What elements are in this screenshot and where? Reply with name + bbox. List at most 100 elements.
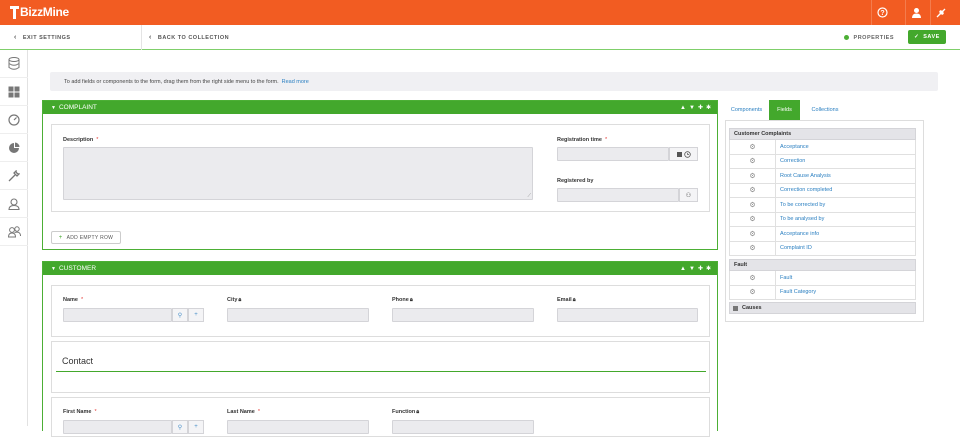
save-label: SAVE: [923, 34, 940, 40]
city-label: City🔒︎: [227, 297, 241, 304]
sidebar-item-user[interactable]: [0, 190, 28, 218]
properties-button[interactable]: PROPERTIES: [843, 25, 894, 50]
city-input[interactable]: [227, 308, 369, 322]
field-item[interactable]: ⚙ Complaint ID: [729, 241, 916, 256]
contact-title: Contact: [62, 356, 94, 366]
back-to-collection-button[interactable]: ‹ BACK TO COLLECTION: [149, 25, 229, 50]
field-label: Fault: [780, 274, 793, 281]
sidebar-item-users[interactable]: [0, 218, 28, 246]
help-icon[interactable]: ?: [871, 0, 893, 25]
first-name-input[interactable]: [63, 420, 172, 434]
contact-divider: [56, 371, 706, 372]
last-name-label-text: Last Name: [227, 409, 255, 415]
field-item[interactable]: ⚙ To be analysed by: [729, 212, 916, 227]
field-item[interactable]: ⚙ To be corrected by: [729, 198, 916, 213]
tab-components[interactable]: Components: [725, 100, 768, 120]
add-button[interactable]: +: [188, 420, 204, 434]
registration-time-label: Registration time *: [557, 137, 607, 143]
function-label-text: Function: [392, 409, 416, 415]
sidebar-item-reports[interactable]: [0, 134, 28, 162]
chevron-down-icon[interactable]: ▼: [51, 105, 56, 111]
required-marker: *: [257, 409, 260, 415]
exit-settings-label: EXIT SETTINGS: [22, 34, 71, 41]
customer-title: CUSTOMER: [58, 265, 97, 272]
field-label: Acceptance: [780, 143, 809, 150]
properties-icon: [843, 35, 849, 40]
customer-section: ▼ CUSTOMER ▲ ▼ ✚ ✱ Name * ⚲ + City🔒︎ Phon…: [42, 261, 718, 437]
sidebar-item-dashboard[interactable]: [0, 106, 28, 134]
panel-tabs: Components Fields Collections: [725, 100, 925, 120]
field-item[interactable]: ⚙ Acceptance info: [729, 227, 916, 242]
field-label: Correction: [780, 158, 806, 165]
section-actions: ▲ ▼ ✚ ✱: [680, 101, 711, 114]
gear-icon[interactable]: ✱: [706, 265, 711, 272]
datetime-picker-button[interactable]: [669, 147, 698, 161]
calendar-icon: [676, 151, 682, 157]
sidebar-item-tools[interactable]: [0, 162, 28, 190]
sidebar-item-grid[interactable]: [0, 78, 28, 106]
resize-handle-icon[interactable]: ⟋: [527, 193, 531, 199]
name-input[interactable]: [63, 308, 172, 322]
group-causes[interactable]: Causes: [729, 302, 916, 314]
first-name-label: First Name *: [63, 409, 97, 415]
chevron-left-icon: ‹: [149, 34, 152, 41]
field-label: Root Cause Analysis: [780, 172, 831, 179]
name-label: Name *: [63, 297, 83, 303]
registration-time-input[interactable]: [557, 147, 669, 161]
move-icon[interactable]: ✚: [698, 104, 703, 111]
complaint-row-panel: Description * ⟋ Registration time * Regist…: [51, 124, 710, 212]
save-button[interactable]: ✓ SAVE: [908, 30, 946, 44]
field-item[interactable]: ⚙ Fault: [729, 271, 916, 286]
complaint-header[interactable]: ▼ COMPLAINT ▲ ▼ ✚ ✱: [43, 101, 717, 114]
read-more-link[interactable]: Read more: [282, 79, 309, 85]
chevron-down-icon[interactable]: ▼: [51, 266, 56, 272]
clock-icon: [683, 150, 691, 158]
info-bar: To add fields or components to the form,…: [50, 72, 938, 91]
field-item[interactable]: ⚙ Fault Category: [729, 285, 916, 300]
group-customer-complaints[interactable]: Customer Complaints: [729, 128, 916, 140]
search-button[interactable]: ⚲: [172, 308, 188, 322]
sidebar-item-database[interactable]: [0, 50, 28, 78]
field-item[interactable]: ⚙ Acceptance: [729, 140, 916, 155]
add-button[interactable]: +: [188, 308, 204, 322]
sidebar: [0, 50, 28, 426]
app-logo[interactable]: BizzMine: [10, 4, 69, 20]
plug-icon[interactable]: [930, 0, 952, 25]
function-input[interactable]: [392, 420, 534, 434]
search-button[interactable]: ⚲: [172, 420, 188, 434]
field-label: To be corrected by: [780, 201, 826, 208]
move-icon[interactable]: ✚: [698, 265, 703, 272]
gear-icon[interactable]: ✱: [706, 104, 711, 111]
customer-header[interactable]: ▼ CUSTOMER ▲ ▼ ✚ ✱: [43, 262, 717, 275]
field-item[interactable]: ⚙ Correction: [729, 154, 916, 169]
last-name-input[interactable]: [227, 420, 369, 434]
action-bar: ‹ EXIT SETTINGS ‹ BACK TO COLLECTION PROPE…: [0, 25, 960, 50]
pie-chart-icon: [9, 142, 20, 153]
group-fault[interactable]: Fault: [729, 259, 916, 271]
fields-panel: Customer Complaints ⚙ Acceptance ⚙ Correct…: [725, 120, 924, 322]
description-textarea[interactable]: ⟋: [63, 147, 533, 200]
move-down-icon[interactable]: ▼: [689, 266, 695, 272]
gear-icon: ⚙: [730, 212, 776, 226]
exit-settings-button[interactable]: ‹ EXIT SETTINGS: [14, 25, 71, 50]
gear-icon: ⚙: [730, 241, 776, 255]
move-down-icon[interactable]: ▼: [689, 105, 695, 111]
complaint-title: COMPLAINT: [58, 104, 97, 111]
move-up-icon[interactable]: ▲: [680, 105, 686, 111]
add-empty-row-button[interactable]: + ADD EMPTY ROW: [51, 231, 121, 244]
field-item[interactable]: ⚙ Correction completed: [729, 183, 916, 198]
gear-icon: ⚙: [730, 227, 776, 241]
search-icon: ⚲: [177, 424, 183, 431]
database-icon: [8, 57, 20, 70]
user-picker-button[interactable]: ⚇: [679, 188, 698, 202]
registered-by-input[interactable]: [557, 188, 679, 202]
email-input[interactable]: [557, 308, 698, 322]
tab-fields[interactable]: Fields: [769, 100, 800, 120]
chevron-left-icon: ‹: [14, 34, 17, 41]
move-up-icon[interactable]: ▲: [680, 266, 686, 272]
field-item[interactable]: ⚙ Root Cause Analysis: [729, 169, 916, 184]
lock-icon: 🔒︎: [238, 297, 242, 303]
user-icon[interactable]: [905, 0, 927, 25]
phone-input[interactable]: [392, 308, 534, 322]
tab-collections[interactable]: Collections: [803, 100, 847, 120]
